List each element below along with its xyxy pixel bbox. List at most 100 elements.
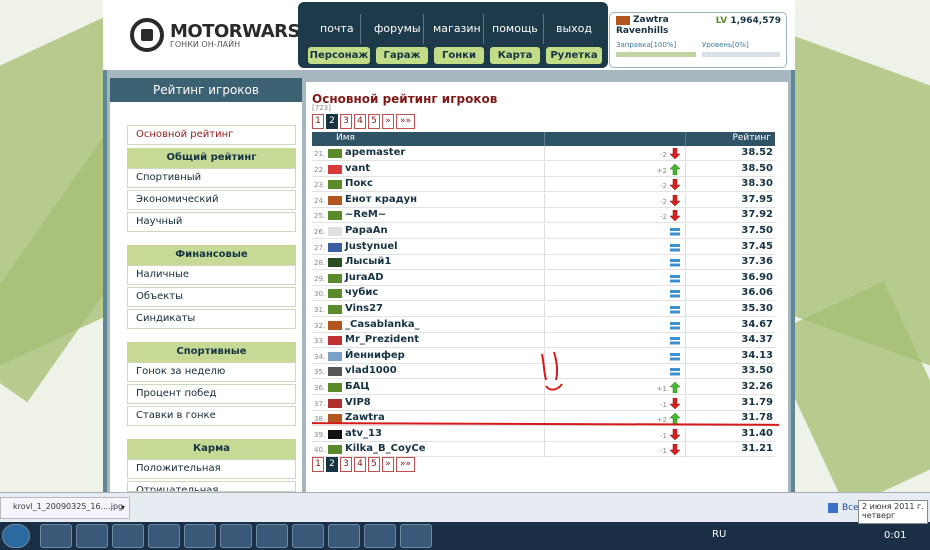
page-link[interactable]: » [382, 114, 394, 129]
player-name-link[interactable]: чубис [345, 287, 378, 298]
user-city: Ravenhills [616, 26, 669, 36]
system-clock[interactable]: 0:01 [884, 530, 906, 541]
nav-exit[interactable]: выход [556, 22, 592, 35]
player-name-link[interactable]: Kilka_B_CoyCe [345, 443, 425, 454]
nav-separator [543, 14, 544, 44]
flag-icon [328, 336, 342, 346]
rank-delta: +1 [656, 385, 667, 393]
nav-map-button[interactable]: Карта [490, 47, 540, 64]
page-link[interactable]: 5 [368, 457, 380, 472]
taskbar-browser-icon[interactable] [256, 524, 288, 548]
cell-divider [685, 317, 686, 333]
download-all-icon[interactable] [828, 503, 838, 513]
player-name-link[interactable]: VIP8 [345, 397, 371, 408]
rank-number: 22. [314, 165, 326, 174]
sidebar-item-cash[interactable]: Наличные [127, 265, 296, 285]
rating-value: 36.90 [741, 271, 773, 283]
rank-number: 39. [314, 430, 326, 439]
player-name-link[interactable]: PapaAn [345, 225, 388, 236]
rank-number: 21. [314, 150, 326, 158]
rank-number: 31. [314, 306, 326, 314]
nav-character-button[interactable]: Персонаж [308, 47, 370, 64]
language-indicator[interactable]: RU [712, 529, 726, 540]
sidebar-item-karma-positive[interactable]: Положительная [127, 459, 296, 479]
page-link[interactable]: 3 [340, 457, 352, 472]
cell-divider [544, 208, 545, 224]
page-link[interactable]: 1 [312, 114, 324, 129]
pagination-bottom: 1 2 3 4 5»»» [312, 457, 415, 472]
page-link[interactable]: 2 [326, 114, 338, 129]
page-link[interactable]: 5 [368, 114, 380, 129]
player-name-link[interactable]: Йеннифер [345, 350, 405, 361]
player-name-link[interactable]: ~ReM~ [345, 209, 386, 220]
start-button[interactable] [2, 524, 30, 548]
page-link[interactable]: 4 [354, 457, 366, 472]
page-link[interactable]: 2 [326, 457, 338, 472]
taskbar-app-icon[interactable] [148, 524, 180, 548]
player-name-link[interactable]: Mr_Prezident [345, 334, 419, 345]
player-name-link[interactable]: Лысый1 [345, 256, 391, 267]
taskbar-app-icon[interactable] [112, 524, 144, 548]
no-change-icon [670, 242, 680, 253]
taskbar-app-icon[interactable] [184, 524, 216, 548]
page-link[interactable]: » [382, 457, 394, 472]
player-name-link[interactable]: JuraAD [345, 272, 384, 283]
nav-shop[interactable]: магазин [433, 22, 481, 35]
user-panel: Zawtra Ravenhills LV 1,964,579 Заправка[… [609, 12, 787, 68]
column-name-header: Имя [336, 133, 355, 143]
player-name-link[interactable]: vant [345, 163, 370, 174]
sidebar-item-sport[interactable]: Спортивный [127, 168, 296, 188]
page-link[interactable]: 4 [354, 114, 366, 129]
table-row: 40. Kilka_B_CoyCe -1 31.21 [312, 442, 775, 458]
player-name-link[interactable]: Vins27 [345, 303, 383, 314]
taskbar-app-icon[interactable] [364, 524, 396, 548]
player-name-link[interactable]: Покс [345, 178, 373, 189]
taskbar-app-icon[interactable] [400, 524, 432, 548]
show-all-link[interactable]: Все [842, 503, 859, 513]
nav-races-button[interactable]: Гонки [434, 47, 484, 64]
player-name-link[interactable]: apemaster [345, 147, 405, 158]
nav-roulette-button[interactable]: Рулетка [546, 47, 602, 64]
sidebar-item-races-week[interactable]: Гонок за неделю [127, 362, 296, 382]
sidebar-title: Рейтинг игроков [110, 78, 302, 102]
taskbar-app-icon[interactable] [40, 524, 72, 548]
page-link[interactable]: 1 [312, 457, 324, 472]
cell-divider [544, 161, 545, 177]
taskbar-app-icon[interactable] [76, 524, 108, 548]
sidebar-item-objects[interactable]: Объекты [127, 287, 296, 307]
sidebar-item-main-rating[interactable]: Основной рейтинг [127, 125, 296, 145]
sidebar-item-race-bets[interactable]: Ставки в гонке [127, 406, 296, 426]
arrow-down-icon [669, 194, 681, 207]
nav-help[interactable]: помощь [492, 22, 538, 35]
player-name-link[interactable]: Енот крадун [345, 194, 417, 205]
sidebar-item-karma-negative[interactable]: Отрицательная [127, 481, 296, 492]
user-name[interactable]: Zawtra [633, 15, 669, 25]
sidebar-item-syndicates[interactable]: Синдикаты [127, 309, 296, 329]
cell-divider [685, 146, 686, 161]
cell-divider [544, 192, 545, 208]
taskbar-app-icon[interactable] [328, 524, 360, 548]
player-name-link[interactable]: Justynuel [345, 241, 398, 252]
taskbar-app-icon[interactable] [220, 524, 252, 548]
sidebar-item-science[interactable]: Научный [127, 212, 296, 232]
taskbar-app-icon[interactable] [292, 524, 324, 548]
dropdown-arrow-icon[interactable]: ▾ [121, 503, 125, 512]
page-link[interactable]: »» [396, 457, 415, 472]
cell-divider [685, 239, 686, 255]
page-link[interactable]: »» [396, 114, 415, 129]
player-name-link[interactable]: БАЦ [345, 381, 370, 392]
annotation-scribble [541, 351, 563, 391]
download-item[interactable]: krovl_1_20090325_16....jpg ▾ [0, 497, 130, 519]
player-name-link[interactable]: vlad1000 [345, 365, 397, 376]
player-name-link[interactable]: _Casablanka_ [345, 319, 420, 330]
nav-mail[interactable]: почта [320, 22, 354, 35]
logo-mark-icon [130, 18, 164, 52]
sidebar-item-win-percent[interactable]: Процент побед [127, 384, 296, 404]
rank-delta: +2 [656, 166, 667, 175]
player-name-link[interactable]: atv_13 [345, 428, 382, 439]
flag-icon [328, 445, 342, 455]
page-link[interactable]: 3 [340, 114, 352, 129]
nav-forums[interactable]: форумы [374, 22, 421, 35]
sidebar-item-economic[interactable]: Экономический [127, 190, 296, 210]
nav-garage-button[interactable]: Гараж [376, 47, 428, 64]
